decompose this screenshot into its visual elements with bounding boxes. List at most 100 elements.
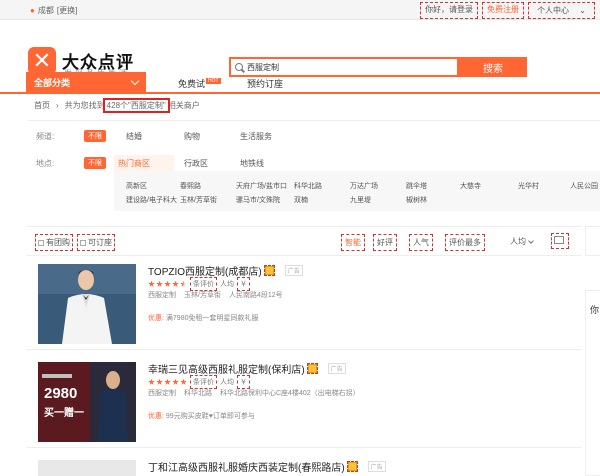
area-option[interactable]: 高新区	[126, 181, 147, 191]
area-option[interactable]: 九里堤	[350, 195, 371, 205]
category-filter-label: 频道:	[36, 132, 55, 141]
switch-city-link[interactable]: [更换]	[57, 5, 77, 16]
shop-address-row: 西服定制 玉林/芳草街 人民南路4段12号	[148, 290, 283, 300]
shop-category[interactable]: 西服定制	[148, 290, 176, 300]
sort-avg-price[interactable]: 人均	[510, 236, 534, 247]
checkbox-icon	[80, 239, 86, 246]
chevron-down-icon	[130, 76, 140, 85]
star-rating	[148, 378, 187, 386]
category-option[interactable]: 生活服务	[240, 131, 272, 142]
area-option[interactable]: 跳伞塔	[406, 181, 427, 191]
star-rating	[148, 280, 187, 288]
area-options-panel: 高新区 春熙路 天府广场/盐市口 科华北路 万达广场 跳伞塔 大慈寺 光华村 人…	[114, 171, 600, 211]
nav-item-free-trial[interactable]: 免费试 HOT	[178, 77, 221, 90]
area-option[interactable]: 天府广场/盐市口	[236, 181, 287, 191]
area-option[interactable]: 春熙路	[180, 181, 201, 191]
can-book-checkbox[interactable]: 可订座	[77, 234, 115, 251]
right-panel-top	[585, 226, 600, 256]
all-categories-button[interactable]: 全部分类	[26, 72, 146, 92]
dianping-logo-icon[interactable]: ✕	[28, 47, 56, 75]
nav-item-booking[interactable]: 预约订座	[247, 77, 283, 90]
svg-text:买一赠一: 买一赠一	[44, 406, 84, 419]
personal-center-link[interactable]: 个人中心 ⌄	[528, 2, 595, 19]
area-option[interactable]: 科华北路	[294, 181, 322, 191]
right-panel: 你	[585, 290, 600, 476]
result-count-highlight: 428个"西服定制"	[102, 98, 170, 113]
tab-subway[interactable]: 地铁线	[240, 158, 264, 169]
area-option[interactable]: 光华村	[518, 181, 539, 191]
avg-price: ￥	[237, 375, 250, 389]
tab-hot-areas[interactable]: 热门商区	[114, 155, 174, 171]
area-option[interactable]: 人民公园	[570, 181, 598, 191]
breadcrumb-home[interactable]: 首页	[34, 100, 50, 111]
main-nav: 全部分类 免费试 HOT 预约订座	[0, 72, 600, 94]
search-icon	[235, 63, 243, 71]
group-deal-icon[interactable]	[306, 363, 318, 374]
right-panel-label: 你	[590, 305, 600, 315]
review-count-link[interactable]: 条评价	[190, 277, 217, 291]
shop-address: 科华北路保利中心C座4楼402（出电梯右拐）	[220, 390, 360, 397]
shop-name[interactable]: 幸瑞三见高级西服礼服定制(保利店) 广告	[148, 361, 346, 376]
shop-item: TOPZIO西服定制(成都店) 广告 条评价 人均 ￥ 西服定制 玉林/芳草街 …	[26, 258, 582, 350]
location-filter-label: 地点:	[36, 159, 55, 168]
sort-most-reviews[interactable]: 评价最多	[445, 234, 485, 251]
category-option[interactable]: 购物	[184, 131, 200, 142]
location-unlimited[interactable]: 不限	[84, 157, 106, 169]
top-bar: ● 成都 [更换] 你好，请登录 免费注册 个人中心 ⌄	[0, 0, 600, 20]
svg-text:2980: 2980	[44, 385, 77, 402]
tab-district[interactable]: 行政区	[184, 158, 208, 169]
shop-photo[interactable]: 2980 买一赠一	[38, 362, 136, 442]
shop-category[interactable]: 西服定制	[148, 388, 176, 398]
avg-label: 人均	[220, 379, 234, 386]
location-pin-icon: ●	[30, 6, 35, 15]
area-option[interactable]: 建设路/电子科大	[126, 195, 177, 205]
shop-name[interactable]: 丁和江高级西服礼服婚庆西装定制(春熙路店) 广告	[148, 459, 386, 474]
register-link[interactable]: 免费注册	[482, 2, 525, 19]
filter-panel: 频道: 不限 结婚 购物 生活服务 地点: 不限 热门商区 行政区 地铁线 高新…	[28, 120, 600, 211]
shop-district[interactable]: 科华北路	[184, 388, 212, 398]
city-name: 成都	[37, 6, 54, 15]
shop-rating-row: 条评价 人均 ￥	[148, 375, 250, 389]
checkbox-icon	[38, 239, 44, 246]
login-link[interactable]: 你好，请登录	[420, 2, 479, 19]
ad-badge: 广告	[327, 363, 346, 374]
sort-popularity[interactable]: 人气	[409, 234, 433, 251]
chevron-down-icon: ⌄	[579, 6, 586, 15]
sort-bar: 有团购 可订座 智能 好评 人气 评价最多 人均	[26, 226, 582, 256]
search-input[interactable]	[247, 62, 447, 72]
shop-promo[interactable]: 优惠: 99元购买皮鞋♥订单即可参与	[148, 411, 255, 421]
avg-label: 人均	[220, 281, 234, 288]
result-count-text: 共为您找到 428个"西服定制" 相关商户	[64, 98, 200, 113]
category-option[interactable]: 结婚	[126, 131, 142, 142]
hot-badge: HOT	[206, 78, 221, 84]
shop-address: 人民南路4段12号	[228, 292, 283, 299]
chevron-down-icon	[528, 237, 534, 244]
area-option[interactable]: 椒树林	[406, 195, 427, 205]
category-unlimited[interactable]: 不限	[84, 130, 106, 142]
area-option[interactable]: 骡马市/文殊院	[236, 195, 280, 205]
shop-photo[interactable]	[38, 264, 136, 344]
location-switch[interactable]: ● 成都 [更换]	[30, 5, 77, 16]
area-option[interactable]: 大慈寺	[460, 181, 481, 191]
ad-badge: 广告	[284, 265, 303, 276]
shop-name[interactable]: TOPZIO西服定制(成都店) 广告	[148, 263, 303, 278]
sort-smart[interactable]: 智能	[341, 234, 365, 251]
shop-rating-row: 条评价 人均 ￥	[148, 277, 250, 291]
shop-item: 丁和江高级西服礼服婚庆西装定制(春熙路店) 广告	[26, 454, 582, 476]
view-toggle-icon[interactable]	[551, 233, 569, 249]
area-option[interactable]: 双楠	[294, 195, 308, 205]
shop-address-row: 西服定制 科华北路 科华北路保利中心C座4楼402（出电梯右拐）	[148, 388, 360, 398]
shop-promo[interactable]: 优惠: 满7980免租一套明星同款礼服	[148, 313, 258, 323]
breadcrumb-separator: ›	[56, 101, 59, 110]
area-option[interactable]: 玉林/芳草街	[180, 195, 217, 205]
shop-district[interactable]: 玉林/芳草街	[184, 290, 221, 300]
review-count-link[interactable]: 条评价	[190, 375, 217, 389]
sort-rating[interactable]: 好评	[373, 234, 397, 251]
header: ✕ 大众点评 发现品质生活 搜索	[0, 20, 600, 78]
area-option[interactable]: 万达广场	[350, 181, 378, 191]
group-deal-icon[interactable]	[346, 461, 358, 472]
ad-badge: 广告	[367, 461, 386, 472]
shop-photo[interactable]	[38, 460, 136, 476]
group-deal-icon[interactable]	[263, 265, 275, 276]
has-group-checkbox[interactable]: 有团购	[35, 234, 73, 251]
